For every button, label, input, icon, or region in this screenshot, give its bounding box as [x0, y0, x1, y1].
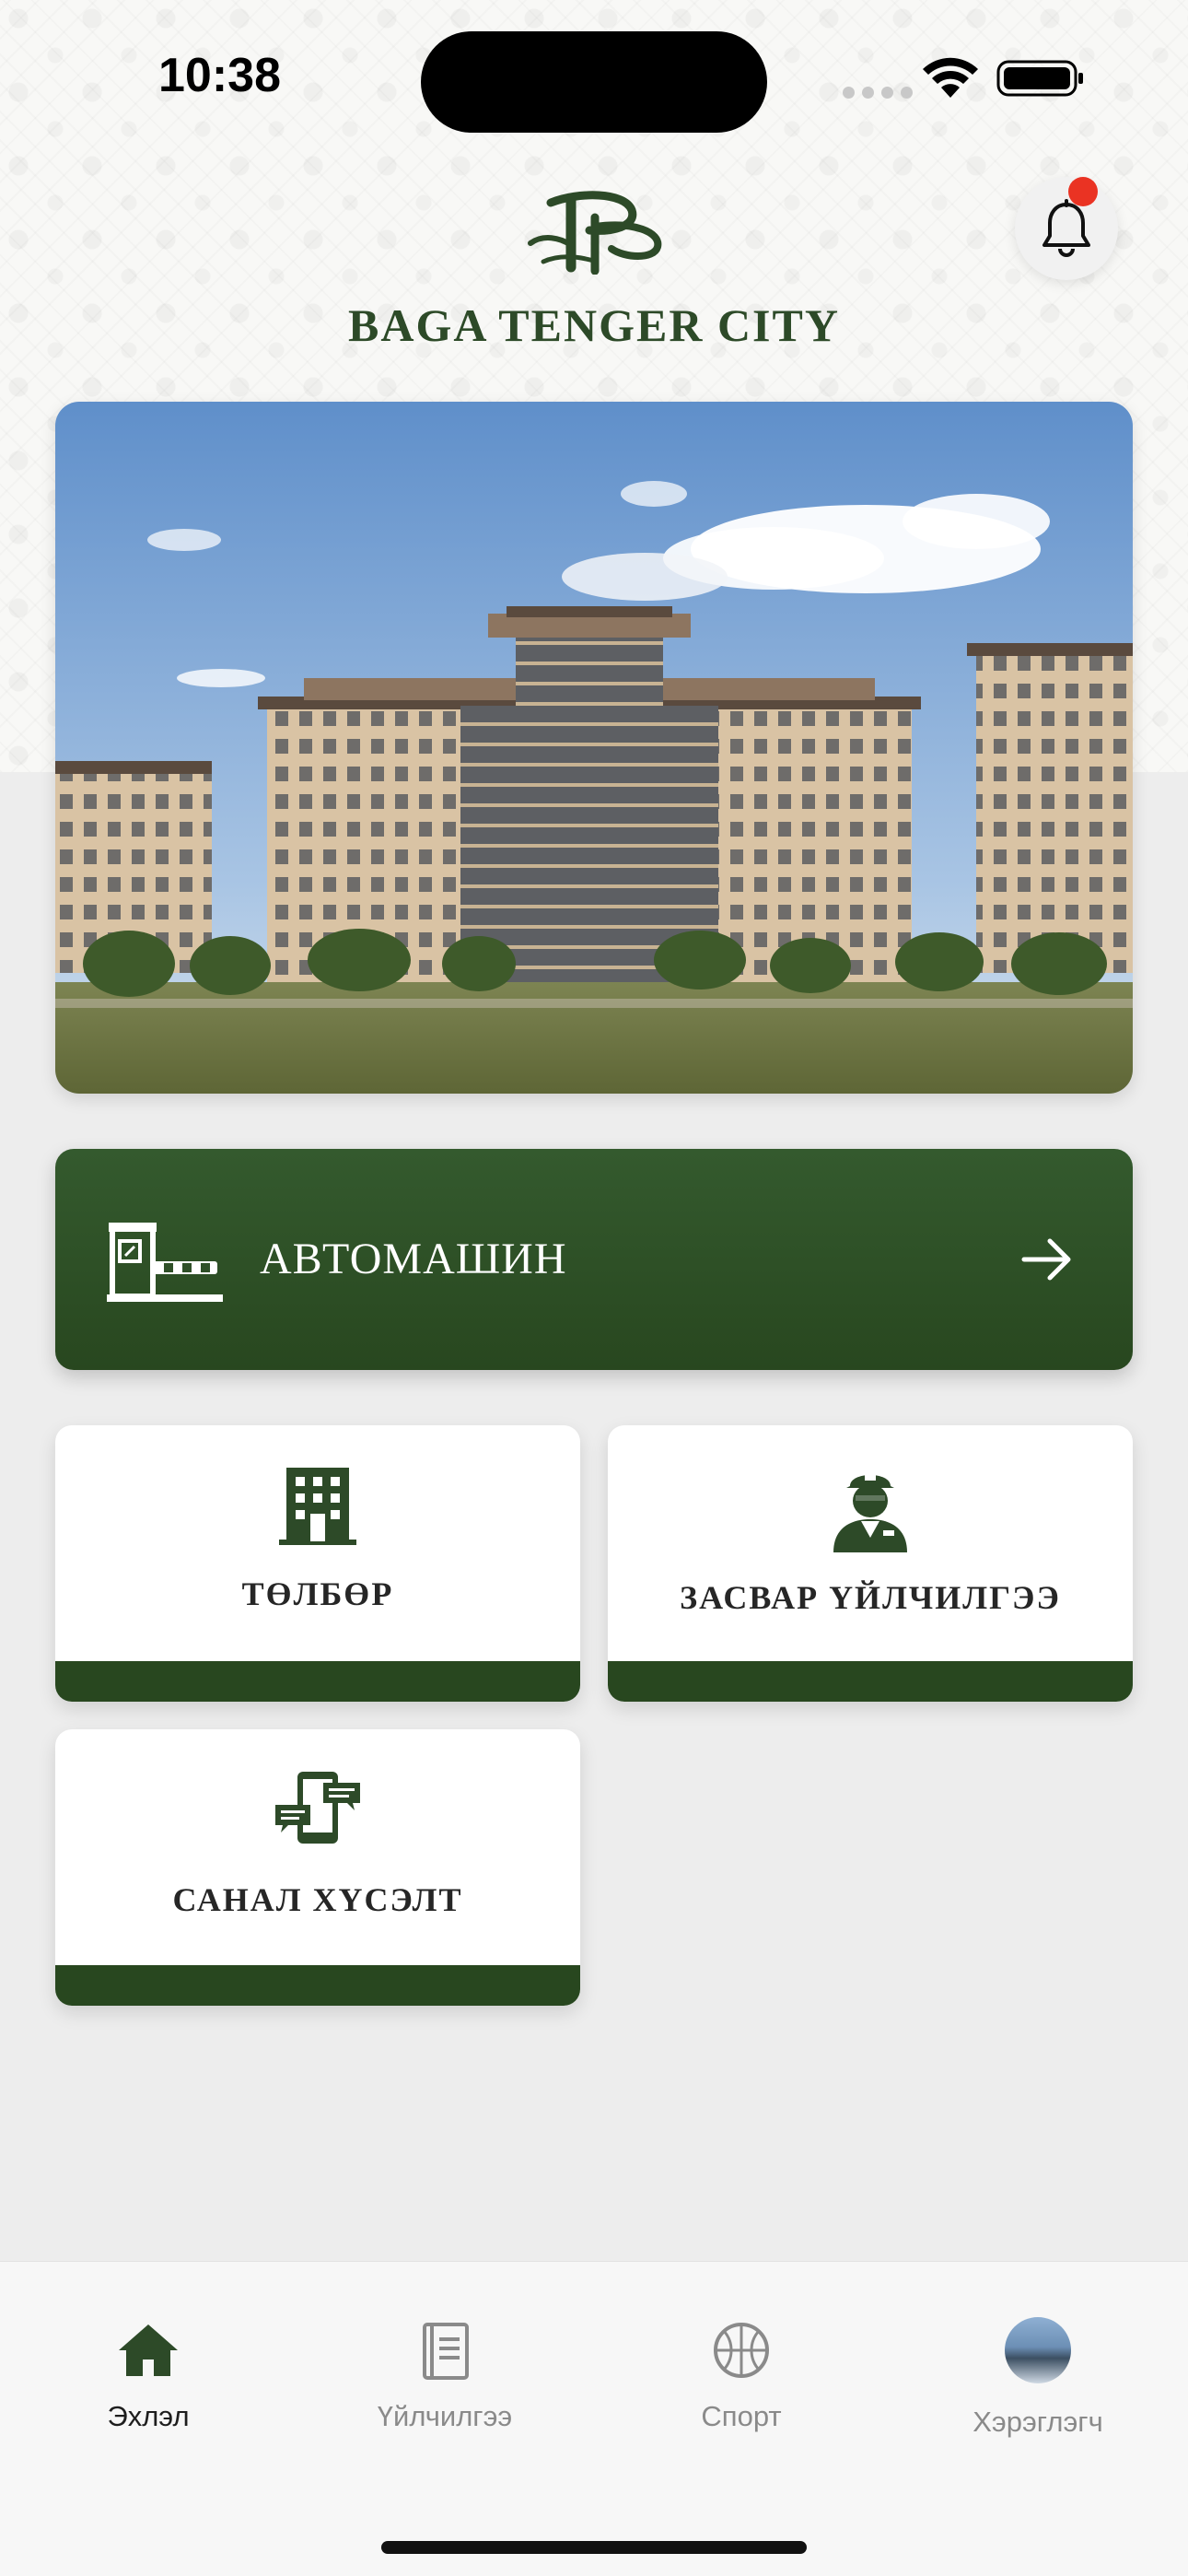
- tab-services[interactable]: Үйлчилгээ: [297, 2317, 593, 2433]
- tab-user-label: Хэрэглэгч: [973, 2406, 1103, 2438]
- battery-icon: [996, 60, 1083, 97]
- status-time: 10:38: [158, 49, 281, 102]
- car-access-card[interactable]: АВТОМАШИН: [55, 1149, 1133, 1370]
- home-icon: [119, 2324, 178, 2376]
- repair-worker-icon: [833, 1473, 907, 1552]
- notification-badge: [1068, 177, 1098, 206]
- payment-tile-label: ТӨЛБӨР: [241, 1575, 394, 1612]
- tab-home-label: Эхлэл: [107, 2400, 190, 2432]
- arrow-right-icon: [1021, 1238, 1071, 1281]
- repair-service-tile-label: ЗАСВАР ҮЙЛЧИЛГЭЭ: [680, 1579, 1061, 1616]
- repair-service-tile-footer: [608, 1661, 1133, 1702]
- status-bar: 10:38: [0, 0, 1188, 157]
- hero-image: [55, 402, 1133, 1094]
- bp-monogram-icon: [528, 191, 662, 275]
- chat-devices-icon: [275, 1772, 360, 1844]
- payment-tile-footer: [55, 1661, 580, 1702]
- parking-barrier-icon: [107, 1223, 223, 1302]
- feedback-tile-footer: [55, 1965, 580, 2006]
- payment-tile[interactable]: ТӨЛБӨР: [55, 1425, 580, 1702]
- wifi-icon: [923, 57, 978, 98]
- building-icon: [279, 1468, 356, 1545]
- tab-user[interactable]: Хэрэглэгч: [890, 2317, 1186, 2439]
- tab-sport[interactable]: Спорт: [593, 2317, 890, 2433]
- document-icon: [423, 2323, 469, 2380]
- bell-icon: [1042, 199, 1090, 257]
- user-avatar: [1005, 2317, 1071, 2383]
- repair-service-tile[interactable]: ЗАСВАР ҮЙЛЧИЛГЭЭ: [608, 1425, 1133, 1702]
- tab-services-label: Үйлчилгээ: [377, 2400, 513, 2432]
- bottom-tab-bar: Эхлэл Үйлчилгээ Спорт Хэрэглэгч: [0, 2261, 1188, 2576]
- tab-home[interactable]: Эхлэл: [0, 2317, 297, 2433]
- notifications-button[interactable]: [1015, 177, 1118, 280]
- home-indicator[interactable]: [381, 2541, 807, 2554]
- dynamic-island: [421, 31, 767, 133]
- feedback-tile[interactable]: САНАЛ ХҮСЭЛТ: [55, 1729, 580, 2006]
- cellular-signal-icon: [843, 87, 913, 99]
- tab-sport-label: Спорт: [701, 2400, 782, 2432]
- car-card-label: АВТОМАШИН: [260, 1235, 567, 1283]
- feedback-tile-label: САНАЛ ХҮСЭЛТ: [172, 1881, 463, 1918]
- brand-logo-text: BAGA TENGER CITY: [348, 299, 840, 351]
- basketball-icon: [714, 2323, 769, 2378]
